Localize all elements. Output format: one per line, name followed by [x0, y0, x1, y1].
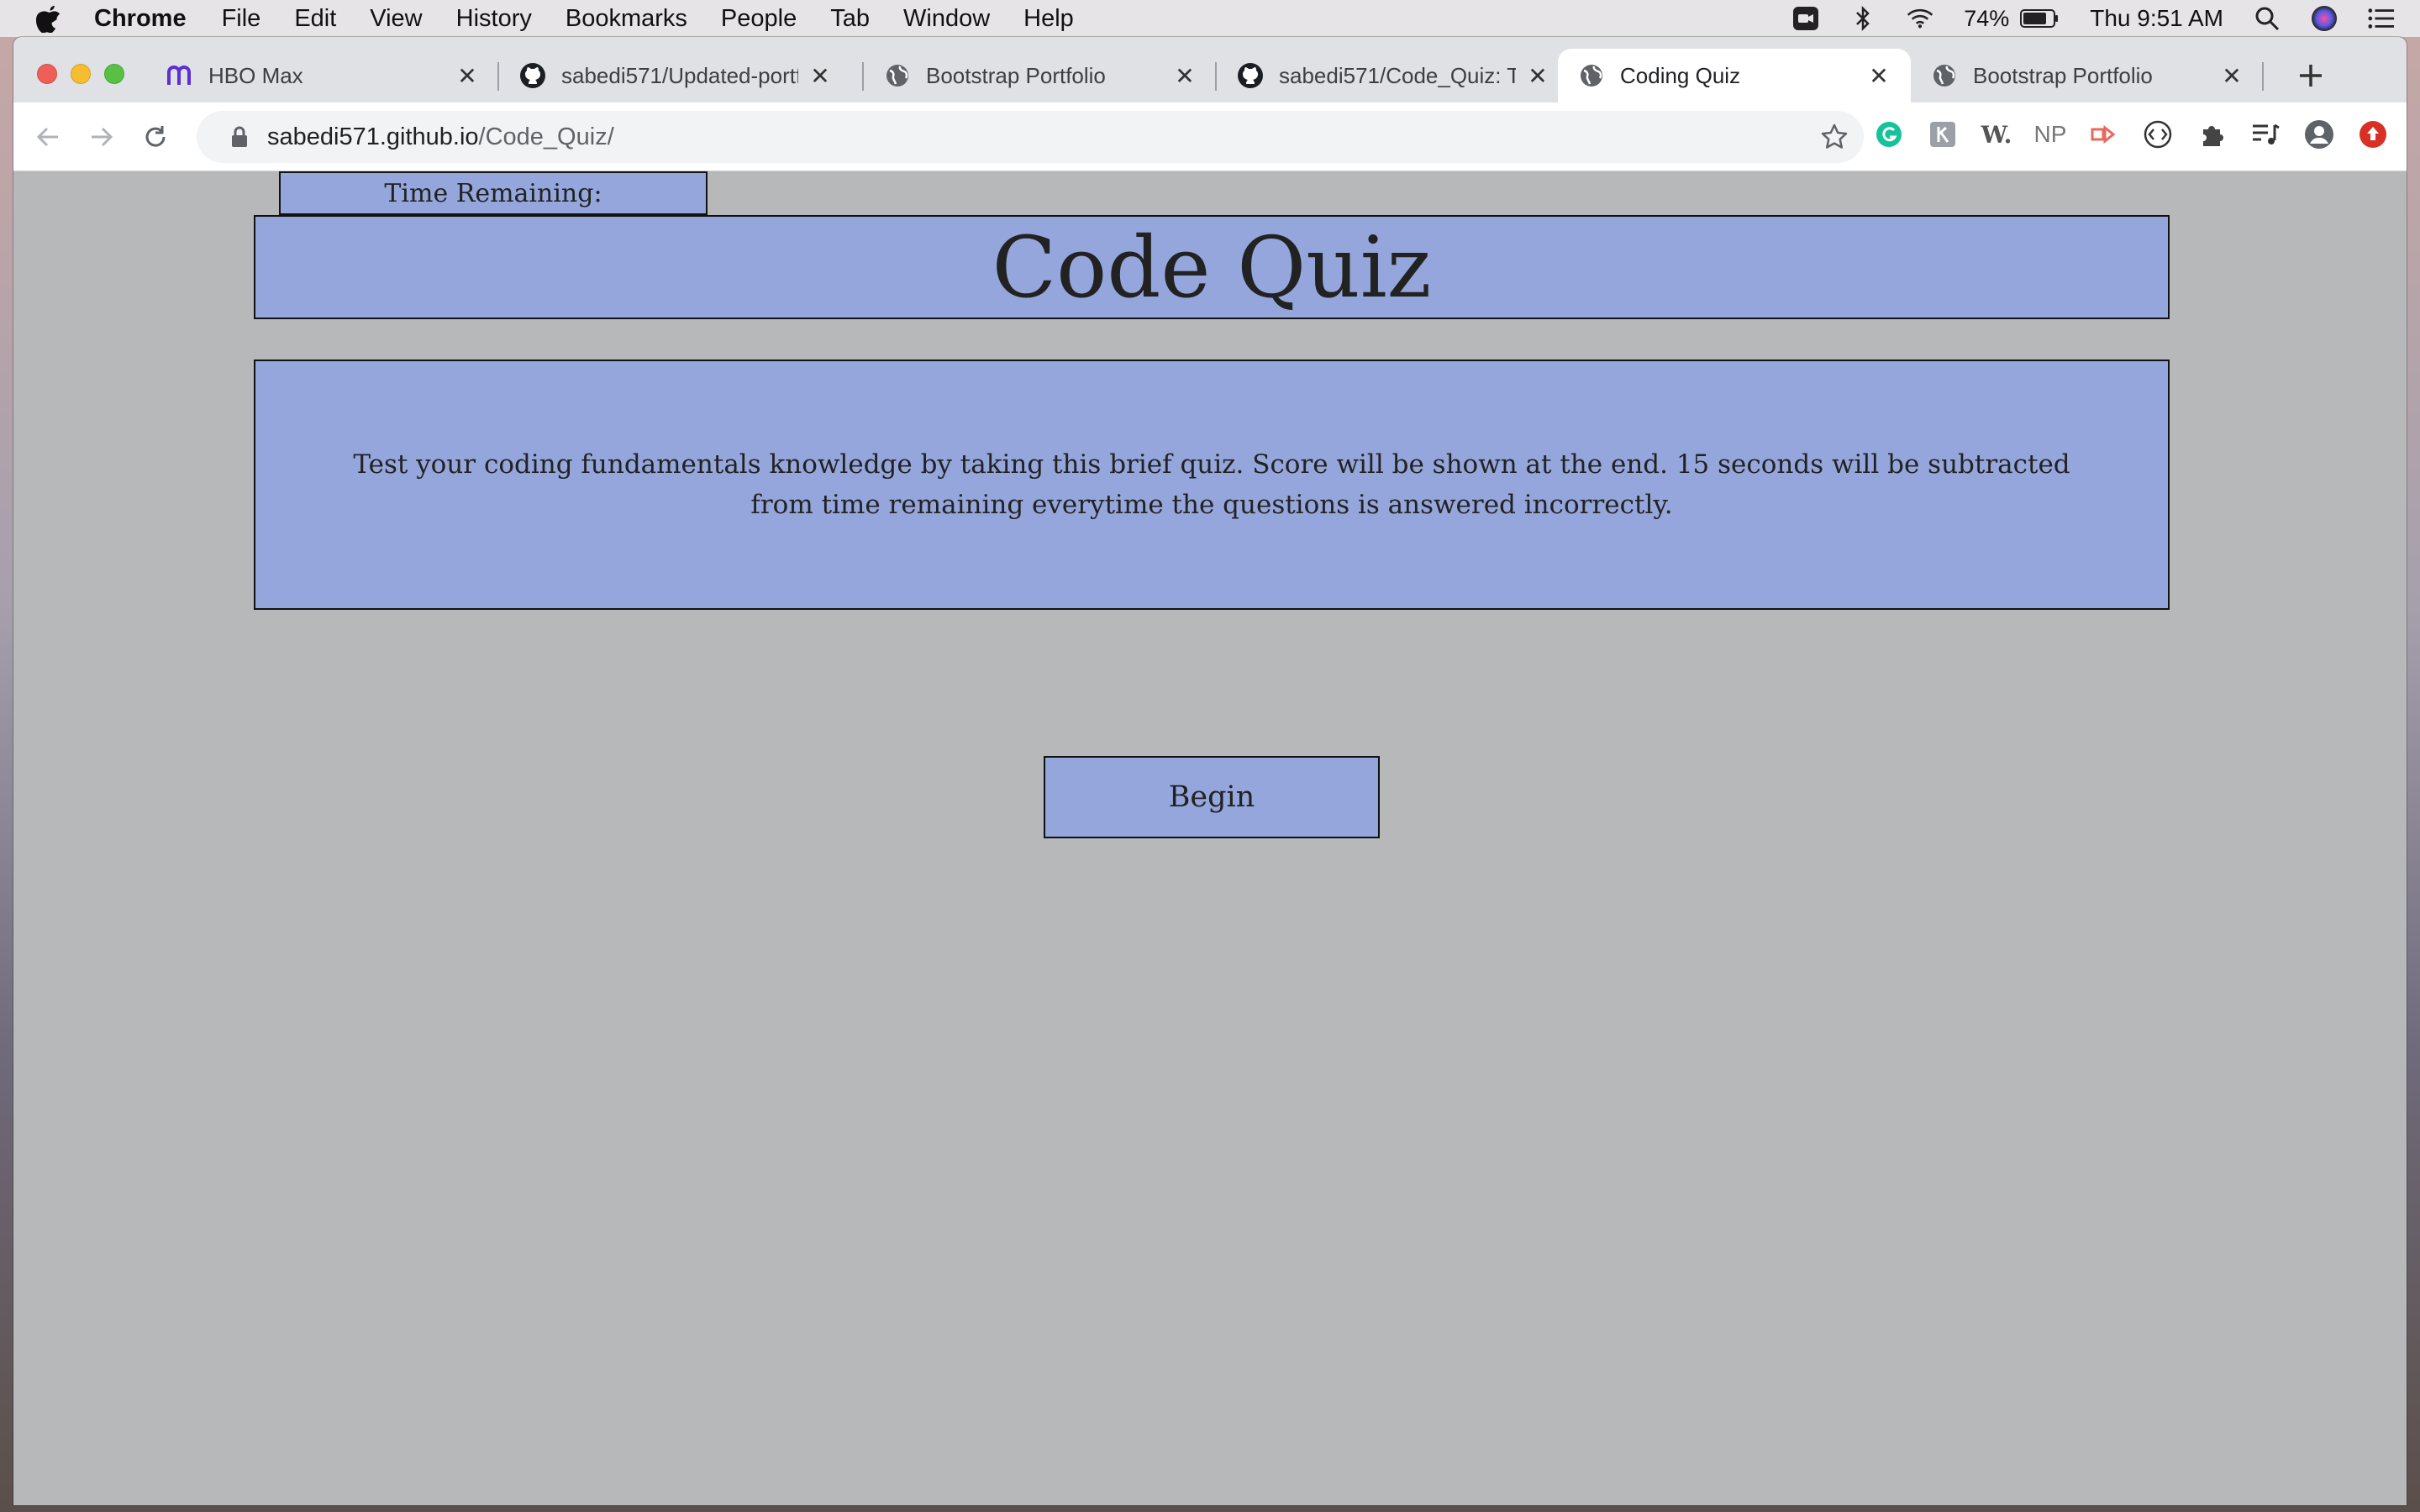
menu-file[interactable]: File: [222, 5, 261, 33]
menu-help[interactable]: Help: [1023, 5, 1074, 33]
fullscreen-window-button[interactable]: [104, 64, 124, 84]
tab-title: Bootstrap Portfolio: [926, 62, 1106, 88]
globe-icon: [1931, 62, 1958, 89]
globe-icon: [1578, 62, 1605, 89]
keep-extension-icon[interactable]: [1928, 119, 1958, 150]
tab-hbo-max[interactable]: HBO Max ✕: [146, 49, 499, 102]
browser-toolbar: sabedi571.github.io/Code_Quiz/ W. NP: [13, 102, 2407, 171]
globe-icon: [884, 62, 911, 89]
siri-icon[interactable]: [2311, 5, 2338, 32]
macos-menu-bar: Chrome File Edit View History Bookmarks …: [0, 0, 2420, 37]
menu-history[interactable]: History: [456, 5, 532, 33]
update-alert-icon[interactable]: [2358, 119, 2388, 150]
bookmark-star-icon[interactable]: [1820, 123, 1849, 151]
reload-icon[interactable]: [138, 119, 173, 155]
chrome-window: HBO Max ✕ sabedi571/Updated-portf ✕ Boot…: [13, 37, 2407, 1505]
hbo-max-icon: [166, 62, 193, 89]
close-tab-icon[interactable]: ✕: [2220, 63, 2244, 89]
url-path: /Code_Quiz/: [478, 123, 614, 150]
menu-clock[interactable]: Thu 9:51 AM: [2090, 5, 2223, 32]
grammarly-icon[interactable]: [1874, 119, 1904, 150]
menu-bookmarks[interactable]: Bookmarks: [566, 5, 687, 33]
begin-button[interactable]: Begin: [1044, 756, 1380, 838]
close-tab-icon[interactable]: ✕: [1173, 63, 1197, 89]
tab-github-portfolio[interactable]: sabedi571/Updated-portf ✕: [499, 49, 852, 102]
lock-icon[interactable]: [229, 124, 250, 150]
tab-github-code-quiz[interactable]: sabedi571/Code_Quiz: Te ✕: [1217, 49, 1570, 102]
tab-title: Coding Quiz: [1620, 62, 1741, 88]
tab-coding-quiz[interactable]: Coding Quiz ✕: [1558, 49, 1911, 102]
tab-title: sabedi571/Code_Quiz: Te: [1279, 62, 1516, 88]
battery-percent: 74%: [1964, 5, 2010, 31]
tab-strip: HBO Max ✕ sabedi571/Updated-portf ✕ Boot…: [13, 37, 2407, 102]
new-tab-button[interactable]: [2294, 59, 2328, 92]
tab-separator: [2262, 62, 2264, 91]
tab-bootstrap-portfolio[interactable]: Bootstrap Portfolio ✕: [864, 49, 1217, 102]
np-extension-icon[interactable]: NP: [2034, 119, 2067, 150]
tab-title: sabedi571/Updated-portf: [561, 62, 798, 88]
github-icon: [519, 62, 546, 89]
extensions-row: W. NP: [1874, 119, 2388, 150]
back-arrow-icon[interactable]: [30, 119, 66, 155]
close-tab-icon[interactable]: ✕: [1526, 63, 1549, 89]
menu-view[interactable]: View: [370, 5, 422, 33]
menu-edit[interactable]: Edit: [294, 5, 336, 33]
close-window-button[interactable]: [37, 64, 57, 84]
page-content: Time Remaining: Code Quiz Test your codi…: [13, 171, 2407, 1505]
quiz-title: Code Quiz: [254, 215, 2170, 319]
menu-app-name[interactable]: Chrome: [94, 5, 187, 33]
cast-extension-icon[interactable]: [2089, 119, 2119, 150]
quiz-intro-text: Test your coding fundamentals knowledge …: [353, 449, 2070, 520]
video-camera-icon[interactable]: [1792, 5, 1819, 32]
apple-menu-icon[interactable]: [32, 4, 66, 33]
wifi-icon[interactable]: [1907, 5, 1933, 32]
menu-tab[interactable]: Tab: [830, 5, 870, 33]
spotlight-search-icon[interactable]: [2254, 5, 2281, 32]
close-tab-icon[interactable]: ✕: [808, 63, 832, 89]
media-controls-icon[interactable]: [2250, 119, 2281, 150]
minimize-window-button[interactable]: [71, 64, 91, 84]
quiz-intro-panel: Test your coding fundamentals knowledge …: [254, 360, 2170, 610]
forward-arrow-icon[interactable]: [84, 119, 119, 155]
close-tab-icon[interactable]: ✕: [1867, 63, 1891, 89]
tab-title: Bootstrap Portfolio: [1973, 62, 2153, 88]
tab-bootstrap-portfolio-2[interactable]: Bootstrap Portfolio ✕: [1911, 49, 2264, 102]
url-host: sabedi571.github.io: [267, 123, 479, 150]
github-icon: [1237, 62, 1264, 89]
code-extension-icon[interactable]: [2143, 119, 2173, 150]
notification-center-icon[interactable]: [2368, 5, 2395, 32]
puzzle-extensions-icon[interactable]: [2196, 119, 2227, 150]
battery-icon[interactable]: [2019, 5, 2060, 32]
menu-people[interactable]: People: [721, 5, 797, 33]
time-remaining-label: Time Remaining:: [279, 171, 708, 215]
address-bar[interactable]: sabedi571.github.io/Code_Quiz/: [197, 111, 1864, 163]
bluetooth-icon[interactable]: [1849, 5, 1876, 32]
profile-avatar-icon[interactable]: [2304, 119, 2334, 150]
menu-window[interactable]: Window: [903, 5, 990, 33]
wikiwand-icon[interactable]: W.: [1981, 119, 2012, 150]
close-tab-icon[interactable]: ✕: [455, 63, 479, 89]
tab-title: HBO Max: [208, 62, 303, 88]
window-controls: [37, 64, 124, 84]
